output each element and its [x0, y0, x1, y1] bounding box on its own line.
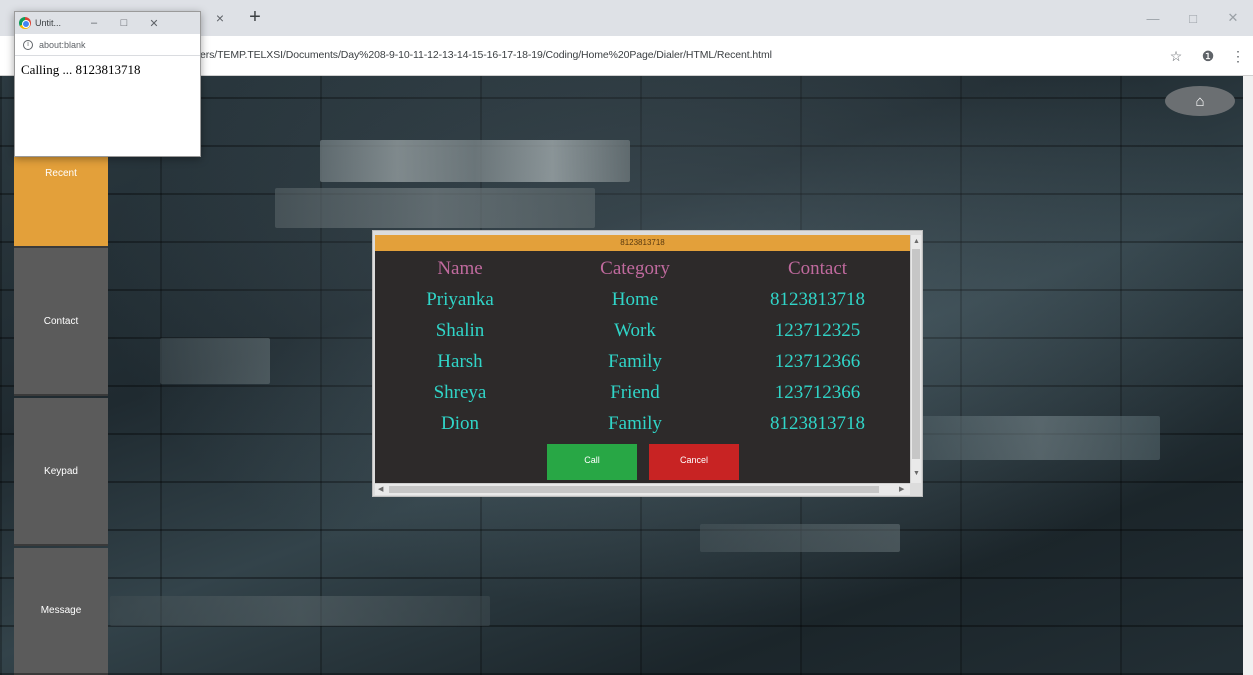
table-row[interactable]: Dion Family 8123813718 — [375, 408, 910, 439]
cell-contact: 123712325 — [774, 319, 861, 341]
cell-contact: 123712366 — [774, 350, 861, 372]
close-window-button[interactable]: ✕ — [1213, 0, 1253, 36]
scroll-up-arrow-icon[interactable]: ▲ — [913, 237, 920, 247]
stone-texture — [275, 188, 595, 228]
popup-url-text: about:blank — [39, 39, 86, 50]
home-button[interactable]: ⌂ — [1165, 86, 1235, 116]
cell-contact: 8123813718 — [770, 288, 865, 310]
address-bar[interactable]: ers/TEMP.TELXSI/Documents/Day%208-9-10-1… — [200, 49, 772, 61]
scroll-left-arrow-icon[interactable]: ◀ — [378, 485, 383, 495]
scrollbar-thumb[interactable] — [912, 249, 920, 459]
window-controls: — □ ✕ — [1133, 0, 1253, 36]
stone-texture — [700, 524, 900, 552]
column-header-contact: Contact — [787, 257, 848, 279]
sidebar-item-message[interactable]: Message — [14, 548, 108, 675]
cell-category: Work — [614, 319, 656, 341]
sidebar-item-keypad[interactable]: Keypad — [14, 398, 108, 546]
stone-texture — [160, 338, 270, 384]
calling-message: Calling ... 8123813718 — [21, 62, 141, 77]
cell-name: Shreya — [433, 381, 487, 403]
cell-name: Harsh — [437, 350, 483, 372]
sidebar-nav: Recent Contact Keypad Message — [14, 76, 108, 675]
cell-contact: 123712366 — [774, 381, 861, 403]
cell-name: Shalin — [435, 319, 485, 341]
stone-texture — [320, 140, 630, 182]
scroll-down-arrow-icon[interactable]: ▼ — [913, 469, 920, 479]
table-header-row: Name Category Contact — [375, 253, 910, 284]
table-row[interactable]: Shalin Work 123712325 — [375, 315, 910, 346]
contacts-table: Name Category Contact Priyanka Home 8123… — [375, 253, 910, 439]
column-header-name: Name — [437, 257, 483, 279]
popup-maximize-button[interactable]: □ — [109, 17, 139, 29]
popup-titlebar: Untit... – □ ✕ — [15, 12, 200, 34]
table-row[interactable]: Shreya Friend 123712366 — [375, 377, 910, 408]
cell-category: Family — [608, 412, 662, 434]
popup-close-button[interactable]: ✕ — [139, 17, 169, 30]
sidebar-item-contact[interactable]: Contact — [14, 248, 108, 396]
dialog-header: 8123813718 — [375, 235, 910, 251]
account-icon[interactable]: ❶ — [1198, 46, 1218, 66]
table-row[interactable]: Harsh Family 123712366 — [375, 346, 910, 377]
minimize-window-button[interactable]: — — [1133, 0, 1173, 36]
stone-texture — [110, 596, 490, 626]
dialog-body: Name Category Contact Priyanka Home 8123… — [375, 251, 910, 483]
column-header-category: Category — [600, 257, 670, 279]
popup-address-bar: i about:blank — [15, 34, 200, 56]
tab-close-icon[interactable]: × — [212, 10, 228, 26]
call-button[interactable]: Call — [547, 444, 637, 480]
calling-popup-window: Untit... – □ ✕ i about:blank Calling ...… — [14, 11, 201, 157]
cell-category: Friend — [610, 381, 660, 403]
home-icon: ⌂ — [1195, 92, 1205, 110]
menu-icon[interactable]: ⋮ — [1228, 46, 1248, 66]
cell-category: Home — [611, 288, 659, 310]
cell-name: Priyanka — [426, 288, 494, 310]
dialog-horizontal-scrollbar[interactable]: ◀ ▶ — [375, 483, 910, 495]
popup-title: Untit... — [35, 18, 62, 28]
bookmark-star-icon[interactable]: ☆ — [1166, 46, 1186, 66]
cell-contact: 8123813718 — [770, 412, 865, 434]
dialog-vertical-scrollbar[interactable]: ▲ ▼ — [910, 235, 921, 483]
info-icon: i — [23, 39, 33, 50]
page-viewport: Recent Contact Keypad Message ⌂ 81238137… — [0, 76, 1253, 675]
cell-category: Family — [608, 350, 662, 372]
cell-name: Dion — [441, 412, 479, 434]
new-tab-button[interactable]: + — [244, 6, 266, 28]
table-row[interactable]: Priyanka Home 8123813718 — [375, 284, 910, 315]
contact-dialog: 8123813718 Name Category Contact Priyank… — [372, 230, 923, 497]
cancel-button[interactable]: Cancel — [649, 444, 739, 480]
page-vertical-scrollbar[interactable] — [1243, 76, 1253, 675]
stone-texture — [920, 416, 1160, 460]
popup-minimize-button[interactable]: – — [79, 17, 109, 29]
restore-window-button[interactable]: □ — [1173, 0, 1213, 36]
scroll-right-arrow-icon[interactable]: ▶ — [899, 485, 904, 495]
chrome-logo-icon — [19, 17, 31, 29]
scrollbar-thumb[interactable] — [389, 486, 879, 493]
